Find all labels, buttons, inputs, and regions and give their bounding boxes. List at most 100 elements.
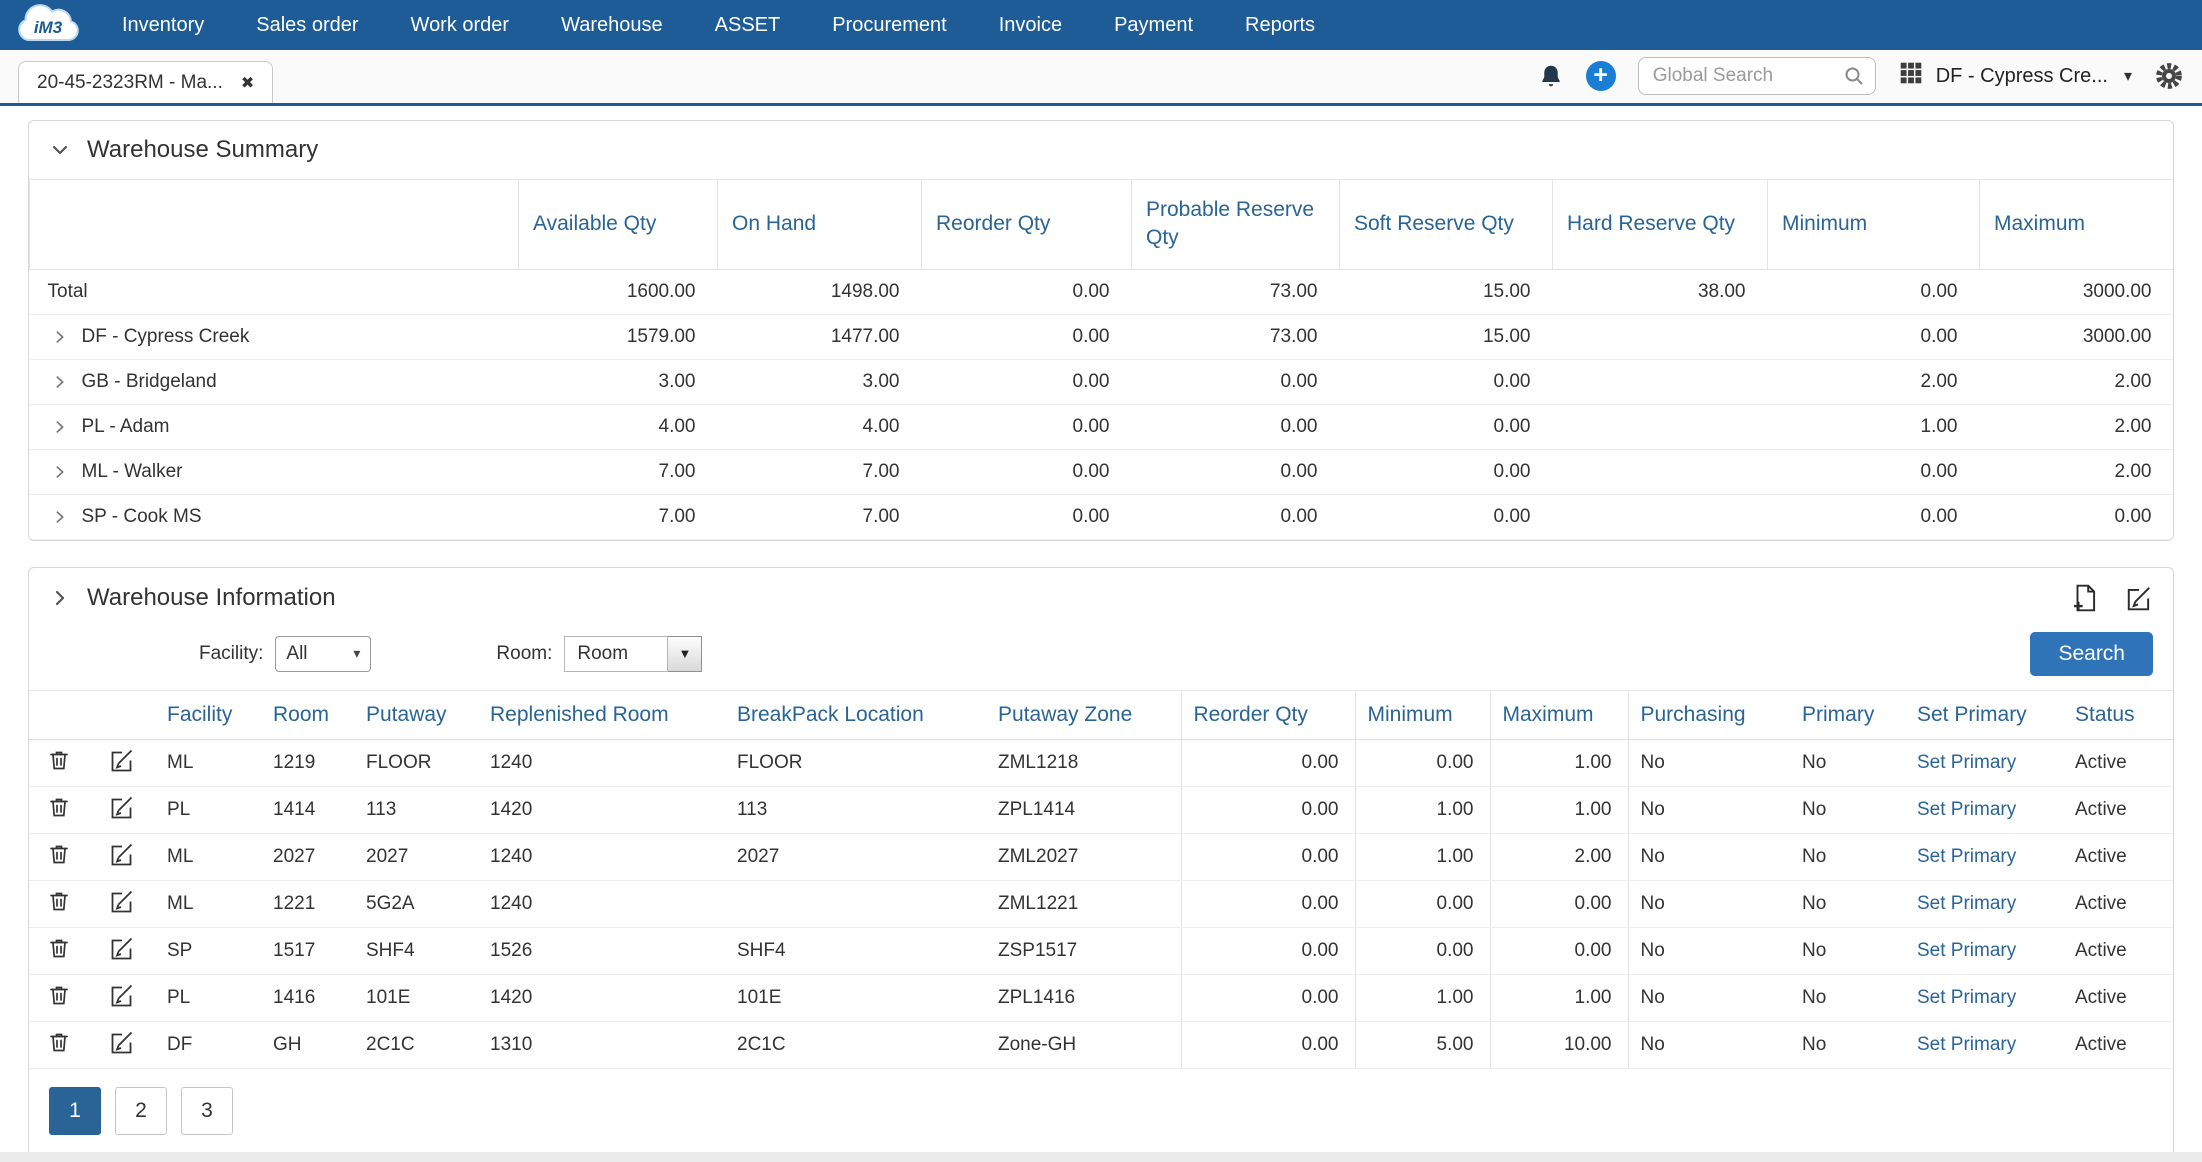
edit-icon[interactable] (109, 794, 135, 820)
room-dropdown-button[interactable]: ▼ (668, 636, 702, 672)
info-cell: FLOOR (725, 739, 986, 786)
room-combobox[interactable]: Room ▼ (564, 636, 702, 672)
info-cell: No (1628, 880, 1790, 927)
trash-icon[interactable] (47, 1029, 71, 1055)
close-icon[interactable]: ✖ (241, 73, 254, 93)
global-search-input[interactable] (1638, 57, 1876, 95)
horizontal-scrollbar[interactable] (0, 1152, 2202, 1162)
logo-text: iM3 (34, 18, 63, 37)
info-header-row: FacilityRoomPutawayReplenished RoomBreak… (29, 690, 2173, 739)
nav-item-work-order[interactable]: Work order (385, 0, 536, 50)
expand-icon[interactable] (52, 464, 68, 480)
edit-icon[interactable] (109, 982, 135, 1008)
notifications-bell-icon[interactable] (1538, 62, 1564, 90)
set-primary-link[interactable]: Set Primary (1917, 752, 2016, 773)
summary-cell: 0.00 (922, 314, 1132, 359)
trash-icon[interactable] (47, 747, 71, 773)
expand-icon[interactable] (52, 419, 68, 435)
nav-item-warehouse[interactable]: Warehouse (535, 0, 689, 50)
table-row: ML12215G2A1240ZML12210.000.000.00NoNoSet… (29, 880, 2173, 927)
summary-cell: 0.00 (1340, 404, 1553, 449)
trash-icon[interactable] (47, 935, 71, 961)
set-primary-link[interactable]: Set Primary (1917, 987, 2016, 1008)
column-header-room: Room (261, 690, 354, 739)
document-tab[interactable]: 20-45-2323RM - Ma... ✖ (18, 61, 273, 103)
info-cell: Active (2063, 880, 2173, 927)
info-cell: ML (155, 739, 261, 786)
summary-cell: 0.00 (1132, 404, 1340, 449)
info-cell: SHF4 (725, 927, 986, 974)
info-cell: Active (2063, 1021, 2173, 1068)
set-primary-link[interactable]: Set Primary (1917, 846, 2016, 867)
warehouse-summary-header: Warehouse Summary (29, 121, 2173, 179)
summary-row-label: ML - Walker (82, 461, 183, 483)
nav-item-asset[interactable]: ASSET (689, 0, 807, 50)
set-primary-cell: Set Primary (1905, 786, 2063, 833)
summary-row-label-cell: Total (30, 269, 519, 314)
expand-icon[interactable] (52, 374, 68, 390)
summary-cell (1553, 314, 1768, 359)
trash-icon[interactable] (47, 982, 71, 1008)
info-cell: 0.00 (1355, 927, 1490, 974)
facility-select-value: All (286, 643, 307, 665)
settings-gear-icon[interactable] (2154, 61, 2184, 91)
table-row: ML2027202712402027ZML20270.001.002.00NoN… (29, 833, 2173, 880)
expand-chevron-right-icon[interactable] (49, 587, 71, 609)
set-primary-cell: Set Primary (1905, 1021, 2063, 1068)
nav-item-inventory[interactable]: Inventory (96, 0, 230, 50)
summary-row: ML - Walker7.007.000.000.000.000.002.00 (30, 449, 2174, 494)
facility-select[interactable]: All ▾ (275, 636, 371, 672)
edit-record-icon[interactable] (2125, 584, 2153, 612)
set-primary-link[interactable]: Set Primary (1917, 1034, 2016, 1055)
trash-icon[interactable] (47, 794, 71, 820)
set-primary-link[interactable]: Set Primary (1917, 893, 2016, 914)
summary-cell: 0.00 (1132, 494, 1340, 539)
summary-cell: 3000.00 (1980, 269, 2174, 314)
page-button-3[interactable]: 3 (181, 1087, 233, 1135)
info-cell: No (1790, 927, 1905, 974)
nav-item-payment[interactable]: Payment (1088, 0, 1219, 50)
page-button-2[interactable]: 2 (115, 1087, 167, 1135)
top-nav-bar: iM3 InventorySales orderWork orderWareho… (0, 0, 2202, 50)
trash-icon[interactable] (47, 841, 71, 867)
page-button-1[interactable]: 1 (49, 1087, 101, 1135)
edit-icon[interactable] (109, 935, 135, 961)
app-logo[interactable]: iM3 (0, 0, 96, 50)
info-cell: 1.00 (1355, 974, 1490, 1021)
summary-row: GB - Bridgeland3.003.000.000.000.002.002… (30, 359, 2174, 404)
edit-row-cell (89, 786, 155, 833)
room-combobox-value: Room (564, 636, 668, 672)
summary-row-label: GB - Bridgeland (82, 371, 217, 393)
warehouse-selector[interactable]: DF - Cypress Cre... ▾ (1898, 60, 2132, 92)
search-icon[interactable] (1842, 64, 1866, 93)
set-primary-link[interactable]: Set Primary (1917, 940, 2016, 961)
column-header-soft-reserve-qty: Soft Reserve Qty (1340, 180, 1553, 270)
chevron-down-icon[interactable]: ▾ (2124, 66, 2132, 86)
collapse-chevron-down-icon[interactable] (49, 139, 71, 161)
edit-icon[interactable] (109, 888, 135, 914)
add-new-button[interactable]: + (1586, 61, 1616, 91)
search-button[interactable]: Search (2030, 632, 2153, 676)
column-header-purchasing: Purchasing (1628, 690, 1790, 739)
info-cell: ZPL1414 (986, 786, 1181, 833)
edit-icon[interactable] (109, 841, 135, 867)
nav-item-procurement[interactable]: Procurement (806, 0, 973, 50)
trash-icon[interactable] (47, 888, 71, 914)
edit-icon[interactable] (109, 747, 135, 773)
expand-icon[interactable] (52, 509, 68, 525)
add-record-icon[interactable] (2071, 583, 2099, 613)
info-cell: PL (155, 974, 261, 1021)
edit-row-cell (89, 974, 155, 1021)
edit-icon[interactable] (109, 1029, 135, 1055)
set-primary-link[interactable]: Set Primary (1917, 799, 2016, 820)
nav-item-sales-order[interactable]: Sales order (230, 0, 384, 50)
nav-item-reports[interactable]: Reports (1219, 0, 1341, 50)
summary-row: PL - Adam4.004.000.000.000.001.002.00 (30, 404, 2174, 449)
edit-row-cell (89, 833, 155, 880)
expand-icon[interactable] (52, 329, 68, 345)
summary-cell: 2.00 (1980, 359, 2174, 404)
summary-row-label-cell: GB - Bridgeland (30, 359, 519, 404)
nav-item-invoice[interactable]: Invoice (973, 0, 1088, 50)
info-cell: 1526 (478, 927, 725, 974)
info-cell: 0.00 (1181, 1021, 1355, 1068)
